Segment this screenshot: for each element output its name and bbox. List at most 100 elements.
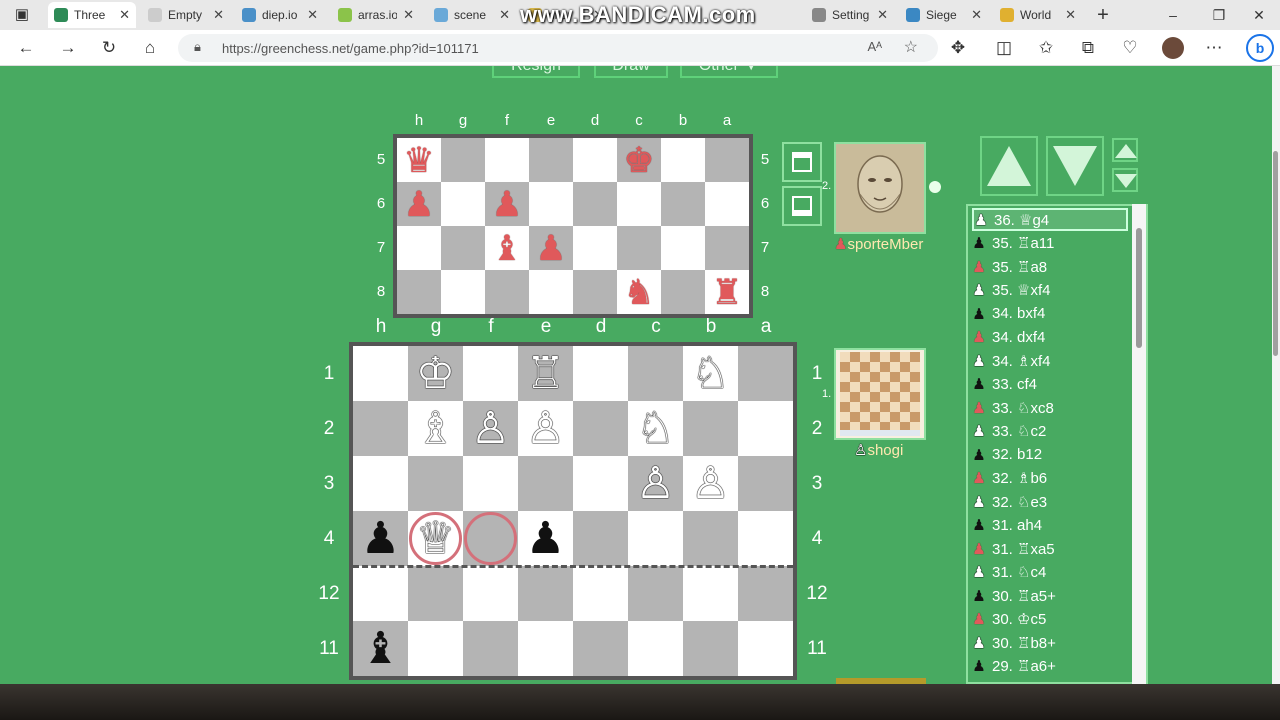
board-square[interactable] (441, 270, 485, 314)
board-square[interactable] (573, 226, 617, 270)
player-name-1[interactable]: ♟sporteMber (834, 235, 923, 253)
move-down-button[interactable] (1046, 136, 1104, 196)
move-list-item[interactable]: ♟ 31. ♘c4 (972, 561, 1128, 584)
tab-close-icon[interactable]: ✕ (307, 7, 318, 23)
board-square[interactable] (628, 566, 683, 621)
board-square[interactable] (738, 621, 793, 676)
move-list-item[interactable]: ♟ 30. ♖a5+ (972, 584, 1128, 607)
chess-piece[interactable]: ♙ (683, 462, 738, 506)
move-list-item[interactable]: ♟ 34. ♗xf4 (972, 349, 1128, 372)
board-square[interactable] (705, 138, 749, 182)
chess-piece[interactable]: ♟ (518, 517, 573, 561)
board-square[interactable] (738, 566, 793, 621)
new-tab-button[interactable]: + (1089, 3, 1117, 27)
board-square[interactable] (628, 621, 683, 676)
board-square[interactable] (353, 401, 408, 456)
board-square[interactable] (573, 621, 628, 676)
board-square[interactable] (661, 138, 705, 182)
board-square[interactable] (518, 566, 573, 621)
board-view-toggle-1[interactable] (782, 142, 822, 182)
profile-avatar[interactable] (1162, 37, 1184, 59)
board-square[interactable] (408, 456, 463, 511)
board-square[interactable] (738, 456, 793, 511)
board-square[interactable] (397, 226, 441, 270)
board-square[interactable] (518, 456, 573, 511)
scrollbar-thumb[interactable] (1273, 151, 1278, 356)
back-icon[interactable]: ← (12, 36, 40, 60)
refresh-icon[interactable]: ↻ (95, 36, 123, 60)
board-square[interactable] (573, 456, 628, 511)
board-square[interactable] (353, 566, 408, 621)
browser-tab[interactable]: scene ✕ (428, 2, 516, 28)
board-square[interactable] (573, 138, 617, 182)
browser-tab[interactable]: Siege ✕ (900, 2, 988, 28)
board-square[interactable] (661, 270, 705, 314)
tab-close-icon[interactable]: ✕ (499, 7, 510, 23)
tab-close-icon[interactable]: ✕ (213, 7, 224, 23)
board-square[interactable] (705, 226, 749, 270)
player-avatar[interactable] (834, 348, 926, 440)
board-square[interactable] (573, 511, 628, 566)
close-window-button[interactable]: ✕ (1236, 4, 1280, 26)
board-square[interactable] (441, 226, 485, 270)
board-square[interactable] (573, 346, 628, 401)
tab-close-icon[interactable]: ✕ (403, 7, 414, 23)
resign-button[interactable]: Resign (492, 66, 580, 78)
favorite-star-icon[interactable]: ☆ (904, 37, 918, 57)
move-list-item[interactable]: ♟ 34. bxf4 (972, 302, 1128, 325)
move-list-item[interactable]: ♟ 35. ♖a8 (972, 255, 1128, 278)
browser-tab[interactable]: Three ✕ (48, 2, 136, 28)
bing-copilot-icon[interactable]: b (1246, 34, 1274, 62)
tab-close-icon[interactable]: ✕ (971, 7, 982, 23)
board-square[interactable] (485, 270, 529, 314)
tab-close-icon[interactable]: ✕ (877, 7, 888, 23)
split-screen-icon[interactable]: ◫ (990, 36, 1018, 60)
browser-tab[interactable]: Empty ✕ (142, 2, 230, 28)
move-list-item[interactable]: ♟ 33. ♘xc8 (972, 396, 1128, 419)
other-menu-button[interactable]: Other ▼ (680, 66, 778, 78)
chess-piece[interactable]: ♔ (408, 352, 463, 396)
board-square[interactable] (628, 346, 683, 401)
board-square[interactable] (463, 566, 518, 621)
board-square[interactable] (529, 270, 573, 314)
move-list-item[interactable]: ♟ 30. ♖b8+ (972, 631, 1128, 654)
player-avatar[interactable] (834, 142, 926, 234)
board-square[interactable] (738, 346, 793, 401)
move-up-button[interactable] (980, 136, 1038, 196)
chess-piece[interactable]: ♘ (683, 352, 738, 396)
chess-piece[interactable]: ♝ (353, 627, 408, 671)
chess-piece[interactable]: ♗ (408, 407, 463, 451)
browser-tab[interactable]: World ✕ (994, 2, 1082, 28)
chess-piece[interactable]: ♚ (617, 143, 661, 178)
chess-piece[interactable]: ♟ (397, 187, 441, 222)
move-list-item[interactable]: ♟ 33. cf4 (972, 373, 1128, 396)
board-square[interactable] (617, 226, 661, 270)
scrollbar-thumb[interactable] (1136, 228, 1142, 348)
board-square[interactable] (683, 401, 738, 456)
board-square[interactable] (573, 270, 617, 314)
move-list-item[interactable]: ♟ 29. ♖a6+ (972, 655, 1128, 678)
move-list-item[interactable]: ♟ 32. ♘e3 (972, 490, 1128, 513)
board-square[interactable] (463, 456, 518, 511)
read-aloud-icon[interactable]: Aᴬ (867, 39, 882, 54)
board-square[interactable] (463, 346, 518, 401)
chess-piece[interactable]: ♘ (628, 407, 683, 451)
board-square[interactable] (441, 138, 485, 182)
board-square[interactable] (573, 401, 628, 456)
chess-piece[interactable]: ♙ (628, 462, 683, 506)
move-list-item[interactable]: ♟ 32. ♗b6 (972, 467, 1128, 490)
board-square[interactable] (463, 621, 518, 676)
board-square[interactable] (738, 511, 793, 566)
board-square[interactable] (617, 182, 661, 226)
tab-close-icon[interactable]: ✕ (1065, 7, 1076, 23)
chess-piece[interactable]: ♜ (705, 275, 749, 310)
collections-icon[interactable]: ⧉ (1074, 36, 1102, 60)
board-square[interactable] (573, 566, 628, 621)
board-square[interactable] (529, 138, 573, 182)
board-square[interactable] (628, 511, 683, 566)
board-square[interactable] (353, 346, 408, 401)
board-square[interactable] (408, 621, 463, 676)
move-list-item[interactable]: ♟ 32. b12 (972, 443, 1128, 466)
board-square[interactable] (518, 621, 573, 676)
move-list-item[interactable]: ♟ 34. dxf4 (972, 326, 1128, 349)
